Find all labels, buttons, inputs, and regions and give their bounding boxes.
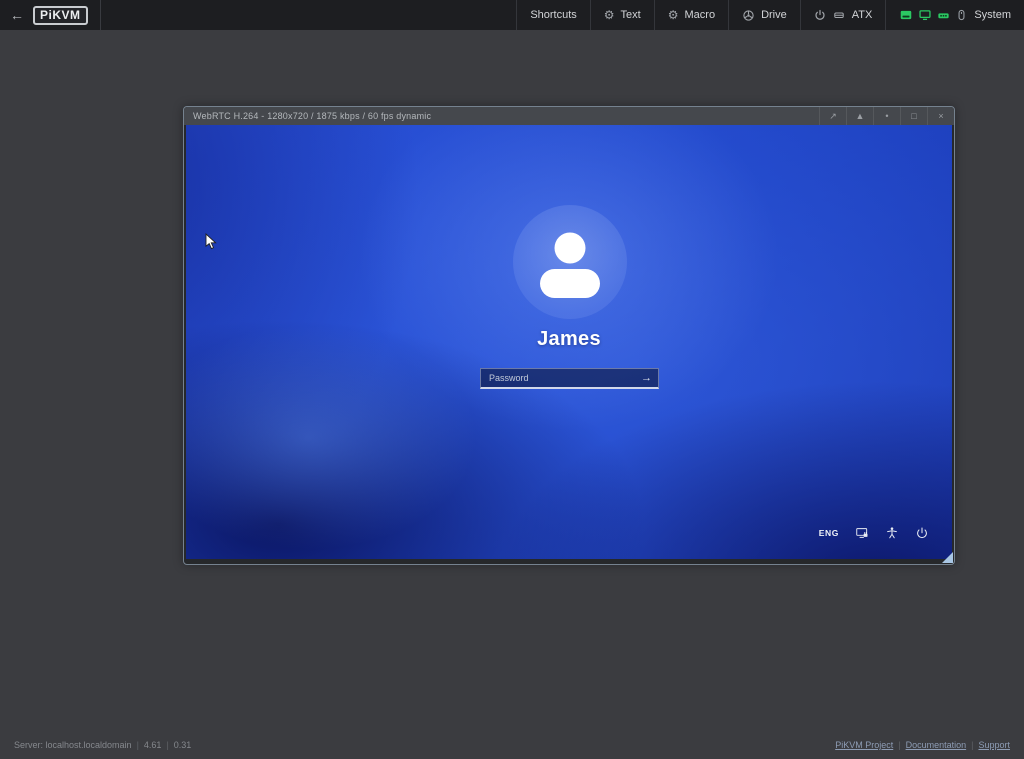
footer-separator: | xyxy=(166,740,168,750)
menu-label-text: Text xyxy=(621,9,641,21)
remote-mouse-cursor xyxy=(205,233,217,255)
footer-separator: | xyxy=(137,740,139,750)
link-pikvm-project[interactable]: PiKVM Project xyxy=(835,740,893,750)
pikvm-logo[interactable]: PiKVM xyxy=(33,6,88,25)
topbar-menu: Shortcuts ⚙ Text ⚙ Macro Drive xyxy=(516,0,1024,30)
footer: Server: localhost.localdomain|4.61|0.31 … xyxy=(0,740,1024,754)
stream-window-controls: ↗ ▲ • □ × xyxy=(819,107,954,125)
server-stat-a: 4.61 xyxy=(144,740,162,750)
maximize-button[interactable]: □ xyxy=(900,107,927,125)
system-status-icons xyxy=(899,8,968,22)
menu-label-drive: Drive xyxy=(761,9,787,21)
menu-item-atx[interactable]: ATX xyxy=(800,0,886,30)
link-documentation[interactable]: Documentation xyxy=(906,740,967,750)
disc-icon xyxy=(742,9,755,22)
footer-server-info: Server: localhost.localdomain | 4.61 | 0.31 xyxy=(14,740,191,750)
menu-item-text[interactable]: ⚙ Text xyxy=(590,0,654,30)
user-avatar-icon xyxy=(513,205,627,319)
display-status-icon xyxy=(918,8,932,22)
menu-item-drive[interactable]: Drive xyxy=(728,0,800,30)
password-input[interactable] xyxy=(480,368,659,389)
footer-separator: | xyxy=(971,740,973,750)
reset-size-button[interactable]: • xyxy=(873,107,900,125)
stream-window-title: WebRTC H.264 - 1280x720 / 1875 kbps / 60… xyxy=(184,107,819,125)
server-stat-b: 0.31 xyxy=(174,740,192,750)
window-resize-handle[interactable] xyxy=(942,552,953,563)
login-tray: ENG xyxy=(819,526,929,540)
footer-links: PiKVM Project | Documentation | Support xyxy=(835,740,1010,750)
footer-separator: | xyxy=(898,740,900,750)
hdd-icon xyxy=(832,9,846,21)
menu-label-shortcuts: Shortcuts xyxy=(530,9,576,21)
gear-icon: ⚙ xyxy=(668,9,679,21)
close-button[interactable]: × xyxy=(927,107,954,125)
accessibility-icon[interactable] xyxy=(885,526,899,540)
menu-label-atx: ATX xyxy=(852,9,873,21)
network-icon[interactable] xyxy=(855,526,869,540)
power-icon xyxy=(814,9,826,21)
link-support[interactable]: Support xyxy=(978,740,1010,750)
detach-button[interactable]: ▲ xyxy=(846,107,873,125)
fullscreen-button[interactable]: ↗ xyxy=(819,107,846,125)
language-indicator[interactable]: ENG xyxy=(819,528,839,538)
login-username: James xyxy=(186,328,952,351)
menu-item-macro[interactable]: ⚙ Macro xyxy=(654,0,728,30)
password-submit-button[interactable]: → xyxy=(636,370,657,386)
remote-video-screen[interactable]: James → ENG xyxy=(186,125,952,559)
avatar xyxy=(513,205,627,319)
mouse-status-icon xyxy=(955,8,968,22)
server-label: Server: localhost.localdomain xyxy=(14,740,132,750)
gear-icon: ⚙ xyxy=(604,9,615,21)
topbar: ← PiKVM Shortcuts ⚙ Text ⚙ Macro xyxy=(0,0,1024,30)
topbar-left: ← PiKVM xyxy=(0,0,101,30)
keyboard-status-icon xyxy=(899,8,913,22)
power-icon[interactable] xyxy=(915,526,929,540)
menu-label-system: System xyxy=(974,9,1011,21)
menu-label-macro: Macro xyxy=(685,9,716,21)
menu-item-shortcuts[interactable]: Shortcuts xyxy=(516,0,589,30)
led-status-icon xyxy=(937,9,950,22)
password-field-wrap: → xyxy=(480,368,659,389)
stream-window: WebRTC H.264 - 1280x720 / 1875 kbps / 60… xyxy=(183,106,955,565)
menu-item-system[interactable]: System xyxy=(885,0,1024,30)
back-arrow-icon[interactable]: ← xyxy=(10,7,24,23)
stream-window-titlebar[interactable]: WebRTC H.264 - 1280x720 / 1875 kbps / 60… xyxy=(184,107,954,125)
